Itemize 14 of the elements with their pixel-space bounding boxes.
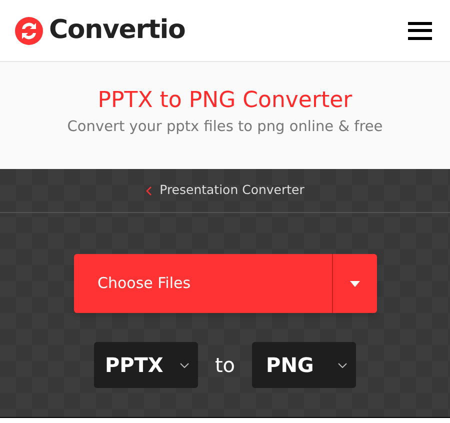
breadcrumb-link[interactable]: Presentation Converter <box>146 181 304 200</box>
logo-icon <box>14 16 44 46</box>
caret-down-icon <box>350 280 360 286</box>
target-format-select[interactable]: PNG <box>252 342 356 388</box>
chevron-down-icon <box>338 362 348 368</box>
choose-files-button[interactable]: Choose Files <box>74 254 376 313</box>
menu-icon[interactable] <box>408 22 432 40</box>
chevron-left-icon <box>146 186 152 196</box>
chevron-down-icon <box>180 362 189 368</box>
logo-text[interactable]: Convertio <box>49 11 186 50</box>
separator-text: to <box>214 352 236 379</box>
source-format-select[interactable]: PPTX <box>94 342 198 388</box>
page-subtitle: Convert your pptx files to png online & free <box>67 118 383 137</box>
page-title: PPTX to PNG Converter <box>98 87 352 115</box>
